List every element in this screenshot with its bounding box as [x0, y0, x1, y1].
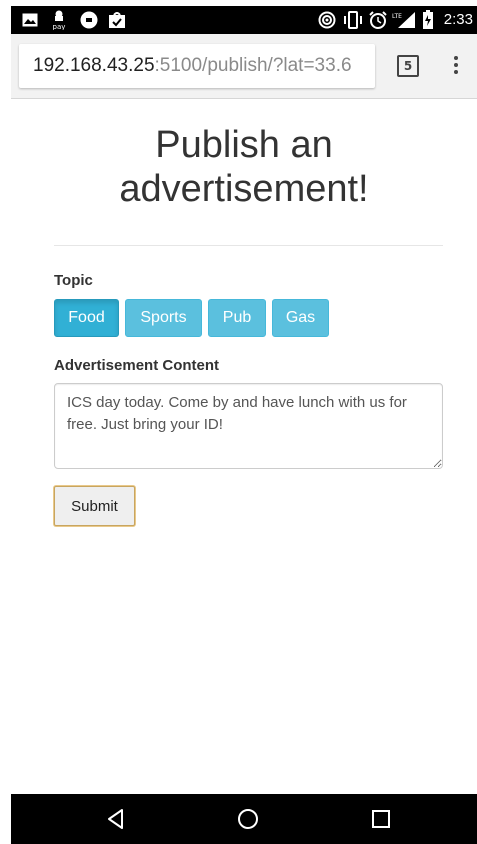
topic-button-pub[interactable]: Pub	[208, 299, 266, 337]
topic-label: Topic	[54, 272, 93, 289]
page-title-line-2: advertisement!	[119, 168, 369, 210]
submit-button[interactable]: Submit	[54, 486, 135, 526]
home-icon[interactable]	[235, 806, 261, 832]
recent-apps-icon[interactable]	[368, 806, 394, 832]
topic-button-sports[interactable]: Sports	[125, 299, 202, 337]
uber-icon	[79, 10, 99, 30]
hotspot-icon	[317, 10, 337, 30]
page-title-line-1: Publish an	[155, 124, 333, 166]
status-time: 2:33	[443, 11, 473, 28]
divider	[54, 245, 443, 246]
battery-icon	[421, 10, 435, 30]
alarm-icon	[368, 10, 388, 30]
image-icon	[21, 10, 39, 30]
advertisement-content-textarea[interactable]: ICS day today. Come by and have lunch wi…	[54, 383, 443, 469]
topic-button-gas[interactable]: Gas	[272, 299, 329, 337]
navigation-bar	[11, 794, 477, 844]
vibrate-icon	[342, 10, 364, 30]
url-text: 192.168.43.25:5100/publish/?lat=33.6	[33, 55, 352, 77]
url-host: 192.168.43.25	[33, 55, 155, 76]
url-path: :5100/publish/?lat=33.6	[154, 55, 352, 76]
topic-button-food[interactable]: Food	[54, 299, 119, 337]
back-icon[interactable]	[103, 806, 129, 832]
svg-text:pay: pay	[53, 23, 66, 30]
page-title: Publish an advertisement!	[11, 123, 477, 211]
shopping-bag-icon	[107, 10, 127, 30]
advertisement-content-label: Advertisement Content	[54, 357, 220, 374]
phone-screen: pay LTE 2:33 192.168.43.25:5100/publish/…	[11, 6, 477, 844]
browser-toolbar: 192.168.43.25:5100/publish/?lat=33.6 5	[11, 34, 477, 99]
address-bar[interactable]: 192.168.43.25:5100/publish/?lat=33.6	[19, 44, 375, 88]
status-bar: pay LTE 2:33	[11, 6, 477, 34]
tab-switcher-button[interactable]: 5	[397, 55, 419, 77]
svg-text:LTE: LTE	[392, 13, 402, 20]
overflow-menu-icon[interactable]	[451, 54, 461, 78]
lte-signal-icon: LTE	[392, 10, 416, 30]
android-pay-icon: pay	[49, 10, 69, 30]
